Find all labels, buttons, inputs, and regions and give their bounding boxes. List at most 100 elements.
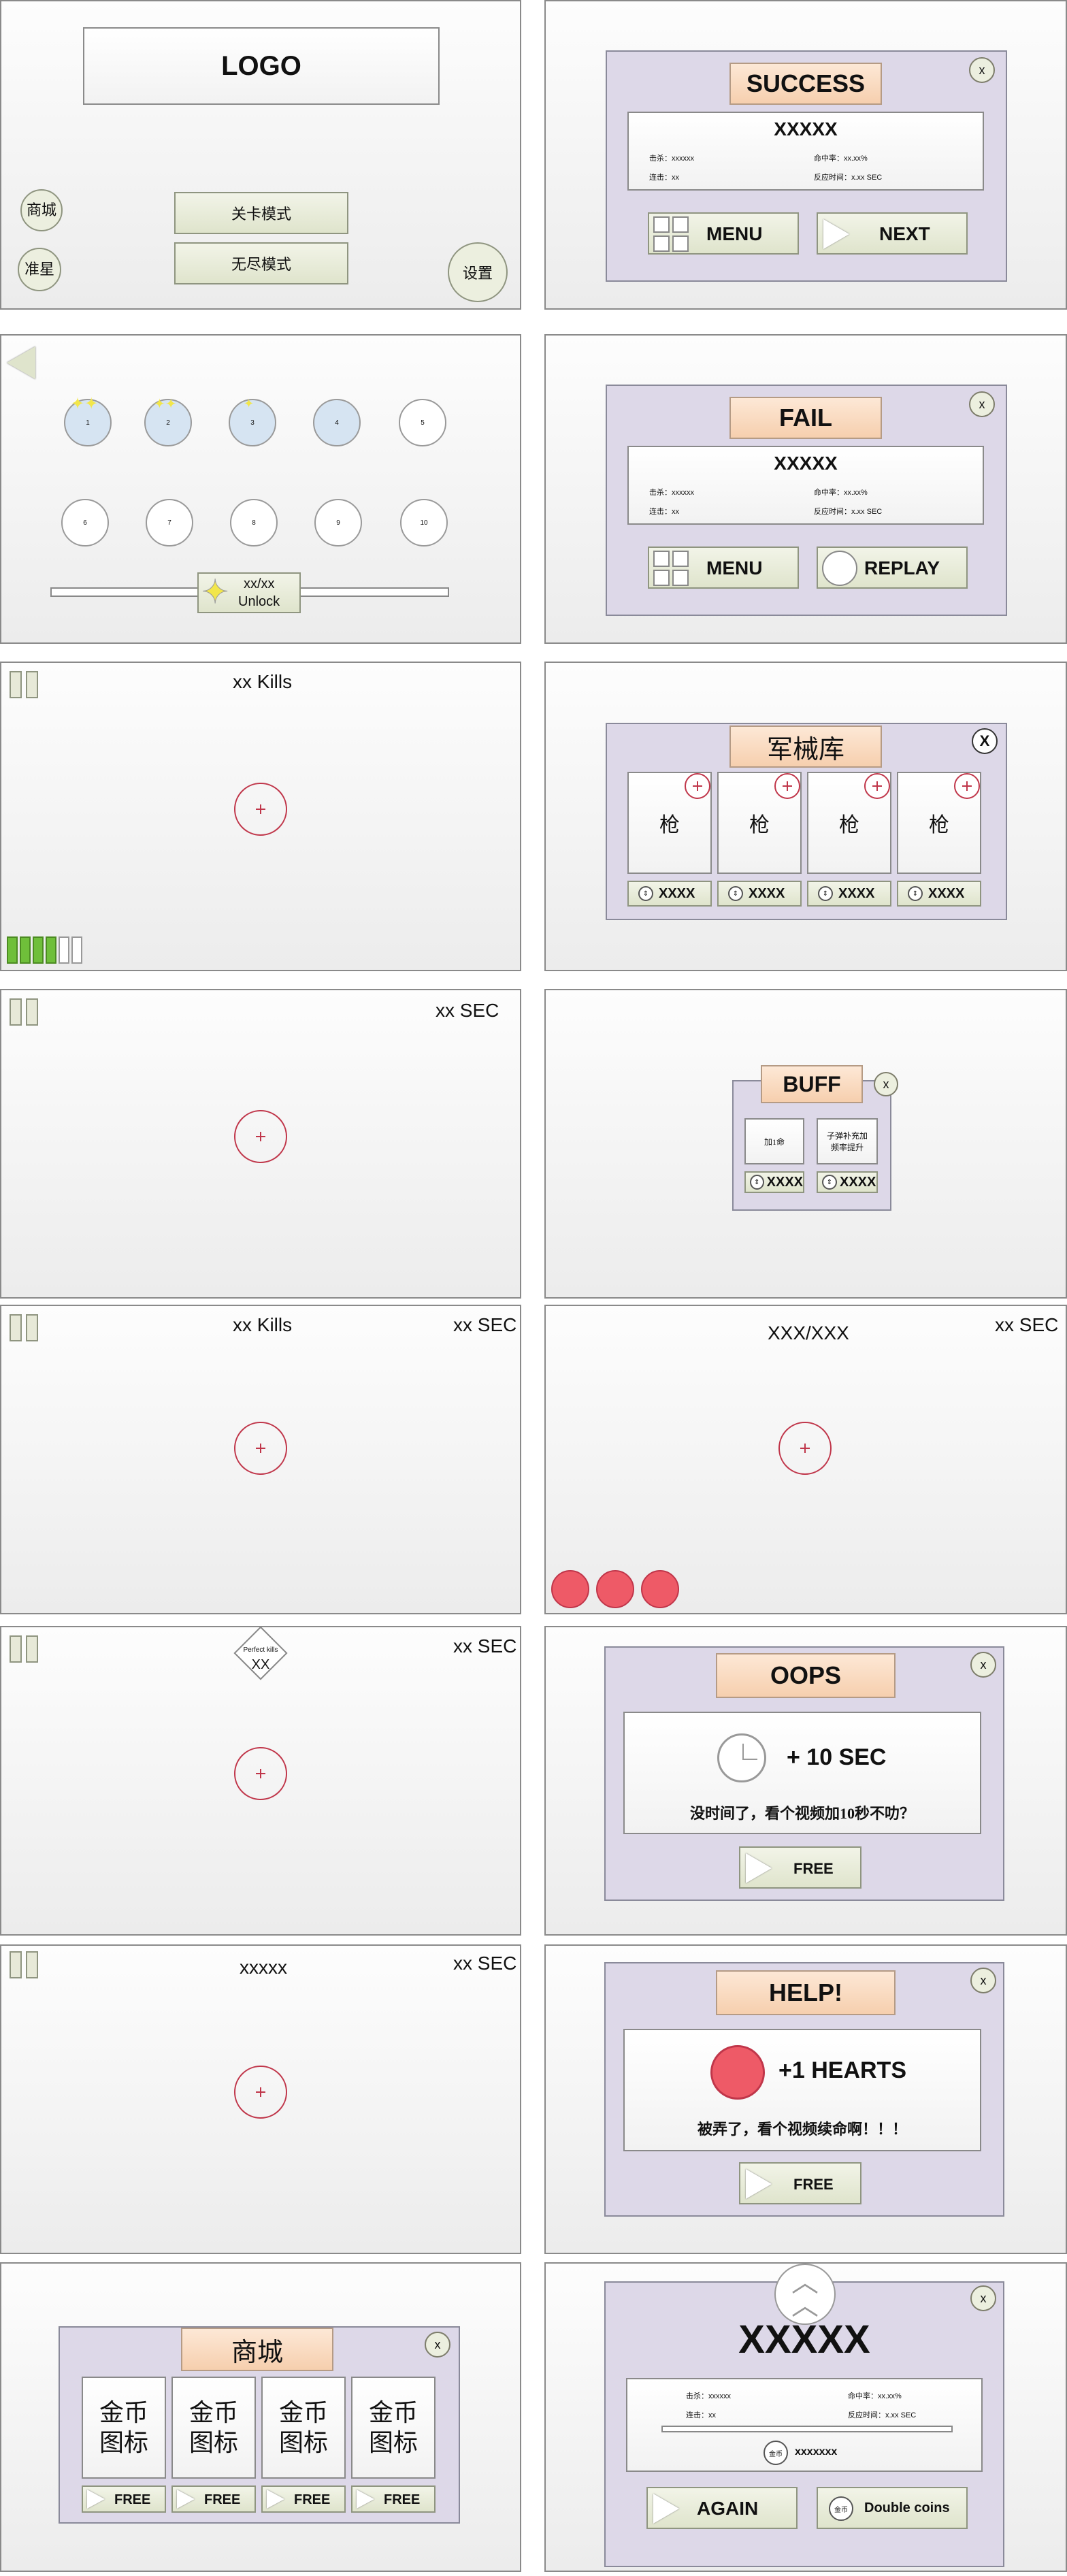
time-counter: xx SEC [453,1314,517,1335]
settings-button[interactable]: 设置 [448,242,508,302]
replay-button[interactable]: REPLAY [817,547,968,589]
time-counter: xx SEC [453,1635,517,1657]
star-icon: ✦ [201,574,229,610]
help-message: 被弄了，看个视频续命啊！！！ [697,2121,907,2138]
crosshair[interactable] [778,1422,832,1475]
kills-stat: 击杀：xxxxxx [686,2392,731,2400]
crosshair[interactable] [234,1747,287,1800]
close-button[interactable]: x [969,57,995,83]
level-node[interactable]: 4 [306,392,367,453]
free-button[interactable]: FREE [261,2485,346,2513]
armory-title: 军械库 [729,725,882,768]
coins-amount: xxxxxxx [795,2446,838,2458]
time-counter: xx SEC [436,1000,499,1021]
menu-button[interactable]: MENU [648,212,799,255]
slide-game-perfect: Perfect kills XX xx SEC [0,1626,521,1936]
crosshair[interactable] [234,783,287,836]
add-icon[interactable] [954,773,980,799]
price-label: XXXX [766,1174,803,1190]
price-label: XXXX [838,885,875,901]
level-node[interactable]: 7 [139,492,200,553]
close-button[interactable]: x [970,1652,996,1678]
add-icon[interactable] [774,773,800,799]
pause-icon[interactable] [10,998,22,1026]
next-button[interactable]: NEXT [817,212,968,255]
free-button[interactable]: FREE [171,2485,256,2513]
pause-icon[interactable] [26,671,38,698]
pause-icon[interactable] [10,1635,22,1663]
free-button[interactable]: FREE [739,2162,861,2204]
pause-icon[interactable] [10,671,22,698]
crosshair-button[interactable]: 准星 [18,248,61,291]
player-name: XXXXX [738,2317,870,2362]
level-mode-button[interactable]: 关卡模式 [174,192,348,234]
pause-icon[interactable] [26,1635,38,1663]
slide-game-ratio: XXX/XXX xx SEC [544,1305,1067,1614]
slide-oops: OOPS x + 10 SEC 没时间了，看个视频加10秒不叻？ FREE [544,1626,1067,1936]
buff-card[interactable]: 子弹补充加 频率提升 [817,1118,878,1164]
stats-box: 击杀：xxxxxx 命中率：xx.xx% 连击：xx 反应时间：x.xx SEC… [626,2378,983,2472]
progress-count: xx/xx [244,576,275,591]
price-button[interactable]: ⇕ XXXX [897,881,981,907]
menu-button[interactable]: MENU [648,547,799,589]
close-button[interactable]: x [969,391,995,417]
player-name: XXXXX [774,453,838,474]
star-icon: ✦ [244,397,255,410]
close-button[interactable]: x [970,1968,996,1993]
unlock-label: Unlock [238,594,280,609]
price-button[interactable]: ⇕ XXXX [817,1171,878,1193]
price-button[interactable]: ⇕ XXXX [717,881,802,907]
crosshair[interactable] [234,1422,287,1475]
buff-card[interactable]: 加1命 [744,1118,804,1164]
level-node[interactable]: 6 [54,492,116,553]
unlock-button[interactable]: ✦ xx/xx Unlock [197,572,301,613]
heart-icon [710,2045,765,2100]
back-icon[interactable] [7,346,35,379]
free-label: FREE [384,2492,421,2507]
coin-pack-card[interactable]: 金币 图标 [261,2377,346,2479]
kills-counter: xx Kills [233,1314,293,1335]
hit-rate-stat: 命中率：xx.xx% [814,489,868,497]
pause-icon[interactable] [26,998,38,1026]
endless-mode-button[interactable]: 无尽模式 [174,242,348,284]
level-node[interactable]: 5 [392,392,453,453]
kills-counter: xx Kills [233,671,293,692]
pause-icon[interactable] [26,1314,38,1341]
level-node[interactable]: 9 [308,492,369,553]
free-label: FREE [793,2176,834,2193]
pause-icon[interactable] [10,1314,22,1341]
free-button[interactable]: FREE [351,2485,436,2513]
close-button[interactable]: x [425,2332,450,2358]
pause-icon[interactable] [26,1951,38,1978]
slide-success: SUCCESS x XXXXX 击杀：xxxxxx 命中率：xx.xx% 连击：… [544,0,1067,310]
crosshair[interactable] [234,1110,287,1163]
price-button[interactable]: ⇕ XXXX [807,881,891,907]
oops-title: OOPS [716,1653,896,1698]
hit-rate-stat: 命中率：xx.xx% [814,154,868,163]
again-button[interactable]: AGAIN [646,2487,798,2529]
coin-pack-card[interactable]: 金币 图标 [351,2377,436,2479]
price-button[interactable]: ⇕ XXXX [627,881,712,907]
menu-label: MENU [706,557,763,578]
crosshair[interactable] [234,2066,287,2119]
double-coins-button[interactable]: 金币 Double coins [817,2487,968,2529]
shop-button[interactable]: 商城 [20,189,63,231]
oops-message: 没时间了，看个视频加10秒不叻？ [689,1805,915,1822]
fail-title: FAIL [729,397,882,439]
close-button[interactable]: x [874,1072,898,1096]
add-icon[interactable] [864,773,890,799]
heart-icon [596,1570,634,1608]
close-button[interactable]: X [972,728,998,754]
coin-pack-card[interactable]: 金币 图标 [82,2377,166,2479]
level-node[interactable]: 8 [223,492,284,553]
free-button[interactable]: FREE [82,2485,166,2513]
pause-icon[interactable] [10,1951,22,1978]
price-button[interactable]: ⇕ XXXX [744,1171,804,1193]
close-button[interactable]: x [970,2285,996,2311]
rank-badge-icon: ︿ ︿ [774,2264,836,2325]
coin-pack-card[interactable]: 金币 图标 [171,2377,256,2479]
bonus-label: +1 HEARTS [778,2057,906,2083]
free-button[interactable]: FREE [739,1846,861,1889]
add-icon[interactable] [685,773,710,799]
level-node[interactable]: 10 [393,492,455,553]
